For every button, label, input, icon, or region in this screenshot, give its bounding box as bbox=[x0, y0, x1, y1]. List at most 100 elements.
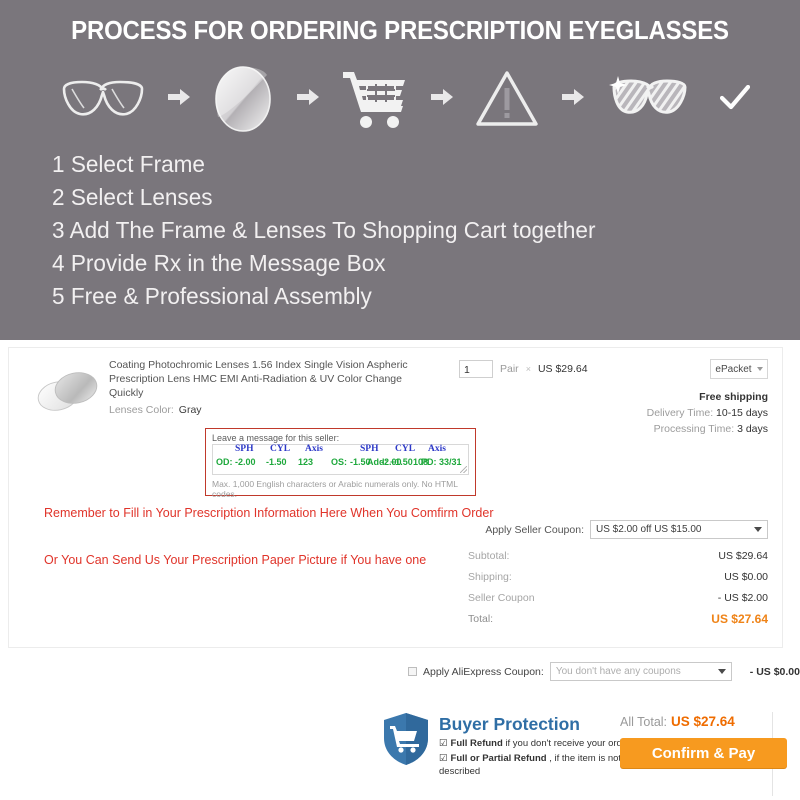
total-row: Seller Coupon - US $2.00 bbox=[468, 588, 768, 609]
all-total-value: US $27.64 bbox=[671, 714, 735, 729]
buyer-protection-item: ☑ Full Refund if you don't receive your o… bbox=[439, 737, 635, 750]
aliexpress-coupon-checkbox[interactable] bbox=[408, 667, 417, 676]
buyer-protection-title: Buyer Protection bbox=[439, 714, 580, 734]
message-box-label: Leave a message for this seller: bbox=[212, 433, 340, 443]
order-summary-card: Coating Photochromic Lenses 1.56 Index S… bbox=[8, 347, 783, 648]
delivery-time-value: 10-15 days bbox=[716, 407, 768, 419]
processing-time-value: 3 days bbox=[737, 423, 768, 435]
product-attribute-label: Lenses Color: bbox=[109, 404, 174, 416]
buyer-protection-block: Buyer Protection ☑ Full Refund if you don… bbox=[382, 712, 635, 778]
header-sph-os: SPH bbox=[360, 444, 379, 454]
process-step: 1 Select Frame bbox=[52, 151, 205, 177]
shopping-cart-icon bbox=[341, 68, 409, 130]
total-label: Subtotal: bbox=[468, 550, 510, 562]
prescription-note-secondary: Or You Can Send Us Your Prescription Pap… bbox=[44, 553, 427, 567]
od-axis: 123 bbox=[298, 457, 314, 467]
header-sph-od: SPH bbox=[235, 444, 254, 454]
finished-eyeglasses-icon bbox=[606, 74, 698, 124]
od-sph: -2.00 bbox=[235, 457, 256, 467]
quantity-unit: Pair bbox=[500, 363, 519, 375]
free-shipping-label: Free shipping bbox=[699, 391, 768, 403]
total-label: Seller Coupon bbox=[468, 592, 535, 604]
seller-coupon-row: Apply Seller Coupon: US $2.00 off US $15… bbox=[485, 520, 768, 539]
lens-icon bbox=[212, 65, 274, 133]
prescription-message-box: Leave a message for this seller: SPH CYL… bbox=[205, 428, 476, 499]
header-cyl-os: CYL bbox=[395, 444, 416, 454]
all-total: All Total: US $27.64 bbox=[620, 714, 796, 729]
message-textarea[interactable]: SPH CYL Axis SPH CYL Axis OD: -2.00 -1.5… bbox=[212, 444, 469, 475]
os-sph: -1.50 bbox=[350, 457, 371, 467]
process-step-list: 1 Select Frame 2 Select Lenses 3 Add The… bbox=[52, 148, 792, 313]
total-label: Total: bbox=[468, 613, 494, 625]
prescription-note-primary: Remember to Fill in Your Prescription In… bbox=[44, 506, 494, 520]
product-thumbnail[interactable] bbox=[31, 360, 103, 422]
total-label: Shipping: bbox=[468, 571, 512, 583]
message-box-hint: Max. 1,000 English characters or Arabic … bbox=[212, 479, 458, 499]
product-attribute: Lenses Color: Gray bbox=[109, 404, 202, 416]
confirm-and-pay-button[interactable]: Confirm & Pay bbox=[620, 738, 787, 768]
shipping-method-select[interactable]: ePacket bbox=[710, 359, 768, 379]
all-total-label: All Total: bbox=[620, 715, 668, 729]
total-value: US $29.64 bbox=[718, 550, 768, 562]
seller-coupon-label: Apply Seller Coupon: bbox=[485, 523, 584, 536]
process-step: 3 Add The Frame & Lenses To Shopping Car… bbox=[52, 217, 596, 243]
aliexpress-coupon-label: Apply AliExpress Coupon: bbox=[423, 665, 544, 678]
header-axis-od: Axis bbox=[305, 444, 323, 454]
od-label: OD: bbox=[216, 457, 233, 467]
totals-list: Subtotal: US $29.64 Shipping: US $0.00 S… bbox=[468, 546, 768, 630]
buyer-protection-item-bold: Full Refund bbox=[450, 738, 503, 749]
chevron-down-icon bbox=[754, 527, 762, 532]
processing-time-label: Processing Time: bbox=[653, 423, 735, 435]
process-step: 5 Free & Professional Assembly bbox=[52, 283, 372, 309]
eyeglasses-frame-icon bbox=[60, 76, 146, 122]
chevron-down-icon bbox=[756, 367, 763, 371]
multiply-symbol: × bbox=[525, 364, 531, 374]
buyer-protection-item-rest: if you don't receive your order bbox=[502, 738, 631, 749]
process-banner: PROCESS FOR ORDERING PRESCRIPTION EYEGLA… bbox=[0, 0, 800, 340]
product-attribute-value: Gray bbox=[178, 404, 202, 416]
total-row-grand: Total: US $27.64 bbox=[468, 609, 768, 630]
total-row: Subtotal: US $29.64 bbox=[468, 546, 768, 567]
aliexpress-coupon-placeholder: You don't have any coupons bbox=[555, 666, 681, 677]
seller-coupon-value: US $2.00 off US $15.00 bbox=[596, 524, 702, 535]
arrow-right-icon bbox=[296, 88, 319, 110]
buyer-protection-item-bold: Full or Partial Refund bbox=[450, 753, 547, 764]
os-label: OS: bbox=[331, 457, 348, 467]
total-value: US $0.00 bbox=[724, 571, 768, 583]
warning-triangle-icon bbox=[475, 70, 539, 128]
banner-title: PROCESS FOR ORDERING PRESCRIPTION EYEGLA… bbox=[71, 17, 729, 45]
delivery-time-label: Delivery Time: bbox=[646, 407, 714, 419]
quantity-input[interactable]: 1 bbox=[459, 360, 493, 378]
shipping-info: Free shipping Delivery Time: 10-15 days … bbox=[647, 389, 768, 437]
product-title[interactable]: Coating Photochromic Lenses 1.56 Index S… bbox=[109, 358, 409, 401]
shield-cart-icon bbox=[382, 712, 430, 778]
unit-price: US $29.64 bbox=[537, 363, 588, 375]
aliexpress-coupon-row: Apply AliExpress Coupon: You don't have … bbox=[408, 662, 800, 681]
total-row: Shipping: US $0.00 bbox=[468, 567, 768, 588]
arrow-right-icon bbox=[431, 88, 454, 110]
seller-coupon-select[interactable]: US $2.00 off US $15.00 bbox=[590, 520, 768, 539]
os-axis: 108 bbox=[413, 457, 429, 467]
quantity-row: 1 Pair × US $29.64 bbox=[459, 360, 588, 378]
checkout-block: All Total: US $27.64 Confirm & Pay bbox=[620, 714, 796, 768]
aliexpress-coupon-amount: - US $0.00 bbox=[749, 665, 800, 678]
buyer-protection-text: Buyer Protection ☑ Full Refund if you don… bbox=[439, 712, 635, 778]
checkbox-checked-icon: ☑ bbox=[439, 753, 448, 764]
total-value: - US $2.00 bbox=[717, 592, 768, 604]
header-cyl-od: CYL bbox=[270, 444, 291, 454]
buyer-protection-item: ☑ Full or Partial Refund , if the item is… bbox=[439, 752, 635, 778]
header-axis-os: Axis bbox=[428, 444, 446, 454]
os-cyl: -2.00 bbox=[381, 457, 402, 467]
process-step: 4 Provide Rx in the Message Box bbox=[52, 250, 386, 276]
process-step: 2 Select Lenses bbox=[52, 184, 213, 210]
checkmark-icon bbox=[719, 85, 750, 113]
od-cyl: -1.50 bbox=[266, 457, 287, 467]
shipping-method-value: ePacket bbox=[715, 363, 752, 375]
aliexpress-coupon-select[interactable]: You don't have any coupons bbox=[549, 662, 732, 681]
arrow-right-icon bbox=[168, 88, 191, 110]
process-icon-row bbox=[60, 58, 750, 140]
total-value: US $27.64 bbox=[711, 612, 768, 626]
textarea-resize-handle[interactable] bbox=[460, 466, 467, 473]
chevron-down-icon bbox=[717, 669, 726, 674]
checkbox-checked-icon: ☑ bbox=[439, 738, 448, 749]
